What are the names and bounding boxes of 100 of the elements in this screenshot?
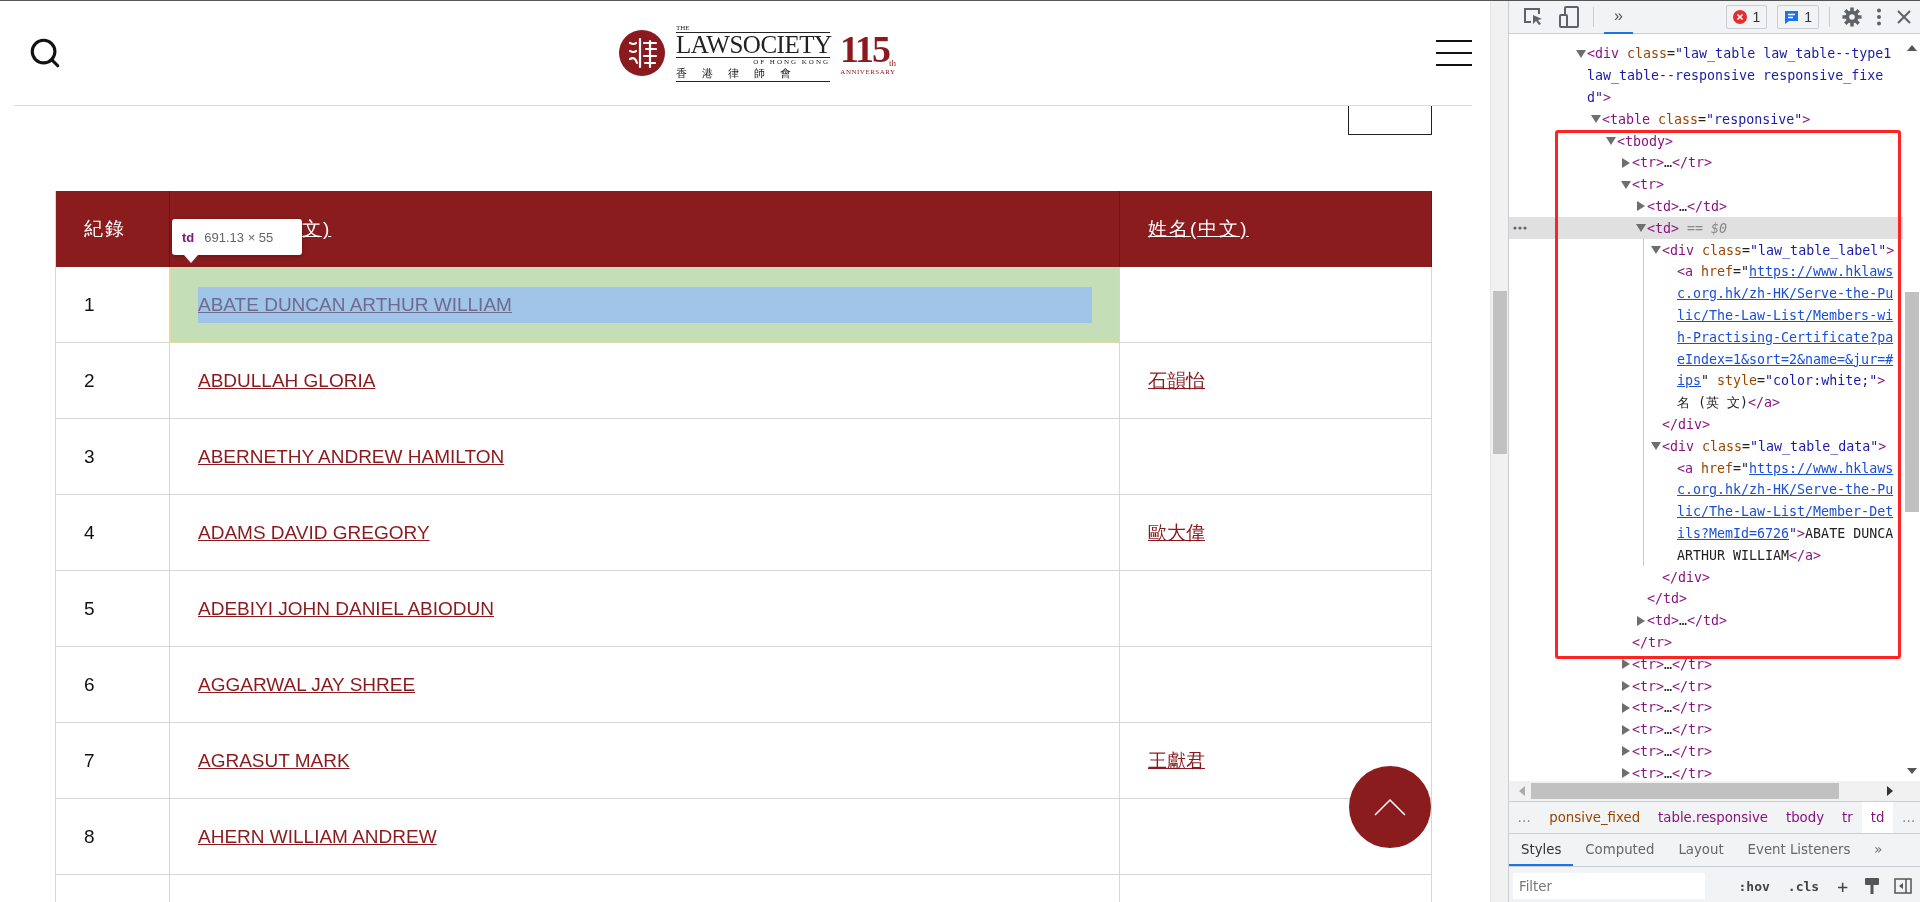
code-line: </div> — [1662, 569, 1711, 585]
code-line[interactable]: <a href="https://www.hklaws — [1677, 460, 1894, 476]
code-line[interactable]: <tr>…</tr> — [1632, 656, 1713, 672]
member-name-link[interactable]: ABDULLAH GLORIA — [198, 369, 376, 392]
code-line[interactable]: <a href="https://www.hklaws — [1677, 264, 1894, 280]
member-name-link[interactable]: ADEBIYI JOHN DANIEL ABIODUN — [198, 597, 494, 620]
chinese-name-link[interactable]: 石韻怡 — [1148, 367, 1205, 394]
record-number: 6 — [84, 673, 95, 696]
message-icon — [1784, 9, 1800, 25]
panel-tab[interactable]: Layout — [1666, 834, 1736, 866]
breadcrumb[interactable]: td — [1861, 802, 1894, 833]
code-line[interactable]: <div class="law_table_data"> — [1662, 438, 1887, 454]
scrollbar-thumb[interactable] — [1904, 292, 1919, 512]
disclosure-triangle-icon[interactable] — [1635, 614, 1647, 627]
new-rule-button[interactable]: + — [1833, 875, 1852, 897]
paint-roller-icon[interactable] — [1862, 875, 1882, 897]
disclosure-triangle-icon[interactable] — [1620, 680, 1632, 692]
code-line[interactable]: <tr>…</tr> — [1632, 765, 1713, 781]
code-line[interactable]: <tr>…</tr> — [1632, 722, 1713, 738]
settings-icon[interactable] — [1840, 5, 1864, 29]
code-line[interactable]: <td>…</td> — [1647, 613, 1728, 629]
member-name-link[interactable]: ABERNETHY ANDREW HAMILTON — [198, 445, 505, 468]
code-line: ips" style="color:white;"> — [1677, 373, 1886, 389]
disclosure-triangle-icon[interactable] — [1635, 200, 1647, 213]
disclosure-triangle-icon[interactable] — [1620, 701, 1632, 714]
column-label: 紀錄 — [84, 217, 126, 241]
code-line: c.org.hk/zh-HK/Serve-the-Pu — [1677, 482, 1894, 498]
search-icon — [28, 36, 62, 70]
more-options-icon[interactable] — [1874, 6, 1884, 28]
code-line: d"> — [1587, 90, 1612, 105]
code-line: eIndex=1&sort=2&name=&jur=# — [1677, 351, 1894, 367]
disclosure-triangle-icon[interactable] — [1620, 156, 1632, 169]
code-line: ARTHUR WILLIAM</a> — [1677, 547, 1822, 563]
sidebar-toggle-icon[interactable] — [1892, 876, 1914, 896]
code-line[interactable]: <tr>…</tr> — [1632, 155, 1713, 171]
scrollbar-thumb[interactable] — [1493, 291, 1507, 454]
code-line: </tr> — [1632, 634, 1673, 650]
member-name-link[interactable]: ADAMS DAVID GREGORY — [198, 521, 430, 544]
code-line: c.org.hk/zh-HK/Serve-the-Pu — [1677, 286, 1894, 302]
scrollbar-thumb[interactable] — [1531, 783, 1839, 799]
code-line[interactable]: <div class="law_table law_table--type1 — [1587, 46, 1892, 62]
panel-tab[interactable]: Computed — [1573, 834, 1667, 866]
panel-tab[interactable]: Event Listeners — [1735, 834, 1863, 866]
code-line: </td> — [1647, 591, 1688, 607]
anniversary-number: 115 — [840, 30, 889, 68]
more-icon — [1513, 226, 1527, 231]
code-line: lic/The-Law-List/Member-Det — [1677, 504, 1894, 520]
scroll-up-icon[interactable] — [1906, 44, 1917, 52]
code-line[interactable]: <td>…</td> — [1647, 198, 1728, 214]
member-name-link[interactable]: AGGARWAL JAY SHREE — [198, 673, 416, 696]
scroll-down-icon[interactable] — [1906, 767, 1917, 775]
disclosure-triangle-icon[interactable] — [1575, 47, 1587, 60]
anniversary-suffix: th — [888, 58, 896, 68]
message-count-button[interactable]: 1 — [1777, 5, 1819, 29]
error-icon — [1733, 10, 1748, 24]
more-tabs-button[interactable]: » — [1604, 1, 1633, 34]
code-line: ils?MemId=6726">ABATE DUNCA — [1677, 525, 1894, 541]
code-line[interactable]: <table class="responsive"> — [1602, 111, 1811, 127]
more-tabs-button[interactable]: » — [1862, 834, 1895, 866]
record-number: 7 — [84, 749, 95, 772]
column-label[interactable]: 姓名(中文) — [1148, 216, 1249, 242]
chevron-up-icon — [1374, 798, 1406, 816]
error-count-button[interactable]: 1 — [1726, 5, 1768, 29]
style-toggle[interactable]: :hov — [1734, 878, 1774, 894]
logo-text: LAWSOCIETY — [676, 32, 831, 58]
code-line: lic/The-Law-List/Members-wi — [1677, 307, 1894, 323]
record-number: 2 — [84, 369, 95, 392]
logo-text: 香 港 律 師 會 — [676, 66, 831, 82]
menu-icon — [1436, 39, 1472, 67]
disclosure-triangle-icon[interactable] — [1620, 767, 1632, 780]
member-name-link[interactable]: AGRASUT MARK — [198, 749, 350, 772]
code-line: h-Practising-Certificate?pa — [1677, 329, 1894, 345]
disclosure-triangle-icon[interactable] — [1620, 745, 1632, 758]
record-number: 5 — [84, 597, 95, 620]
menu-button[interactable] — [1436, 39, 1472, 67]
tooltip-arrow-icon — [184, 255, 198, 263]
disclosure-triangle-icon[interactable] — [1620, 178, 1632, 191]
disclosure-triangle-icon[interactable] — [1620, 723, 1632, 736]
inspector-tooltip: td 691.13 × 55 — [172, 219, 302, 255]
code-line: </div> — [1662, 416, 1711, 432]
code-line[interactable]: <tbody> — [1617, 133, 1674, 149]
record-number: 4 — [84, 521, 95, 544]
chinese-name-link[interactable]: 王獻君 — [1148, 747, 1205, 774]
scroll-right-icon[interactable] — [1887, 786, 1893, 796]
member-name-link[interactable]: AHERN WILLIAM ANDREW — [198, 825, 437, 848]
code-line[interactable]: <div class="law_table_label"> — [1662, 242, 1895, 258]
code-line[interactable]: <tr>…</tr> — [1632, 678, 1713, 694]
disclosure-triangle-icon[interactable] — [1620, 658, 1632, 671]
code-line[interactable]: <tr>…</tr> — [1632, 700, 1713, 716]
code-line: law_table--responsive responsive_fixe — [1587, 68, 1884, 84]
code-line[interactable]: <tr> — [1632, 177, 1665, 193]
seal-logo-icon — [618, 29, 667, 77]
chinese-name-link[interactable]: 歐大偉 — [1148, 519, 1205, 546]
filter-field[interactable]: Filter — [1513, 873, 1705, 899]
code-line: 名 (英 文)</a> — [1677, 393, 1781, 412]
code-line[interactable]: <tr>…</tr> — [1632, 743, 1713, 759]
record-number: 8 — [84, 825, 95, 848]
record-number: 1 — [84, 293, 95, 316]
style-toggle[interactable]: .cls — [1783, 878, 1824, 894]
column-label[interactable]: 文) — [302, 216, 332, 242]
